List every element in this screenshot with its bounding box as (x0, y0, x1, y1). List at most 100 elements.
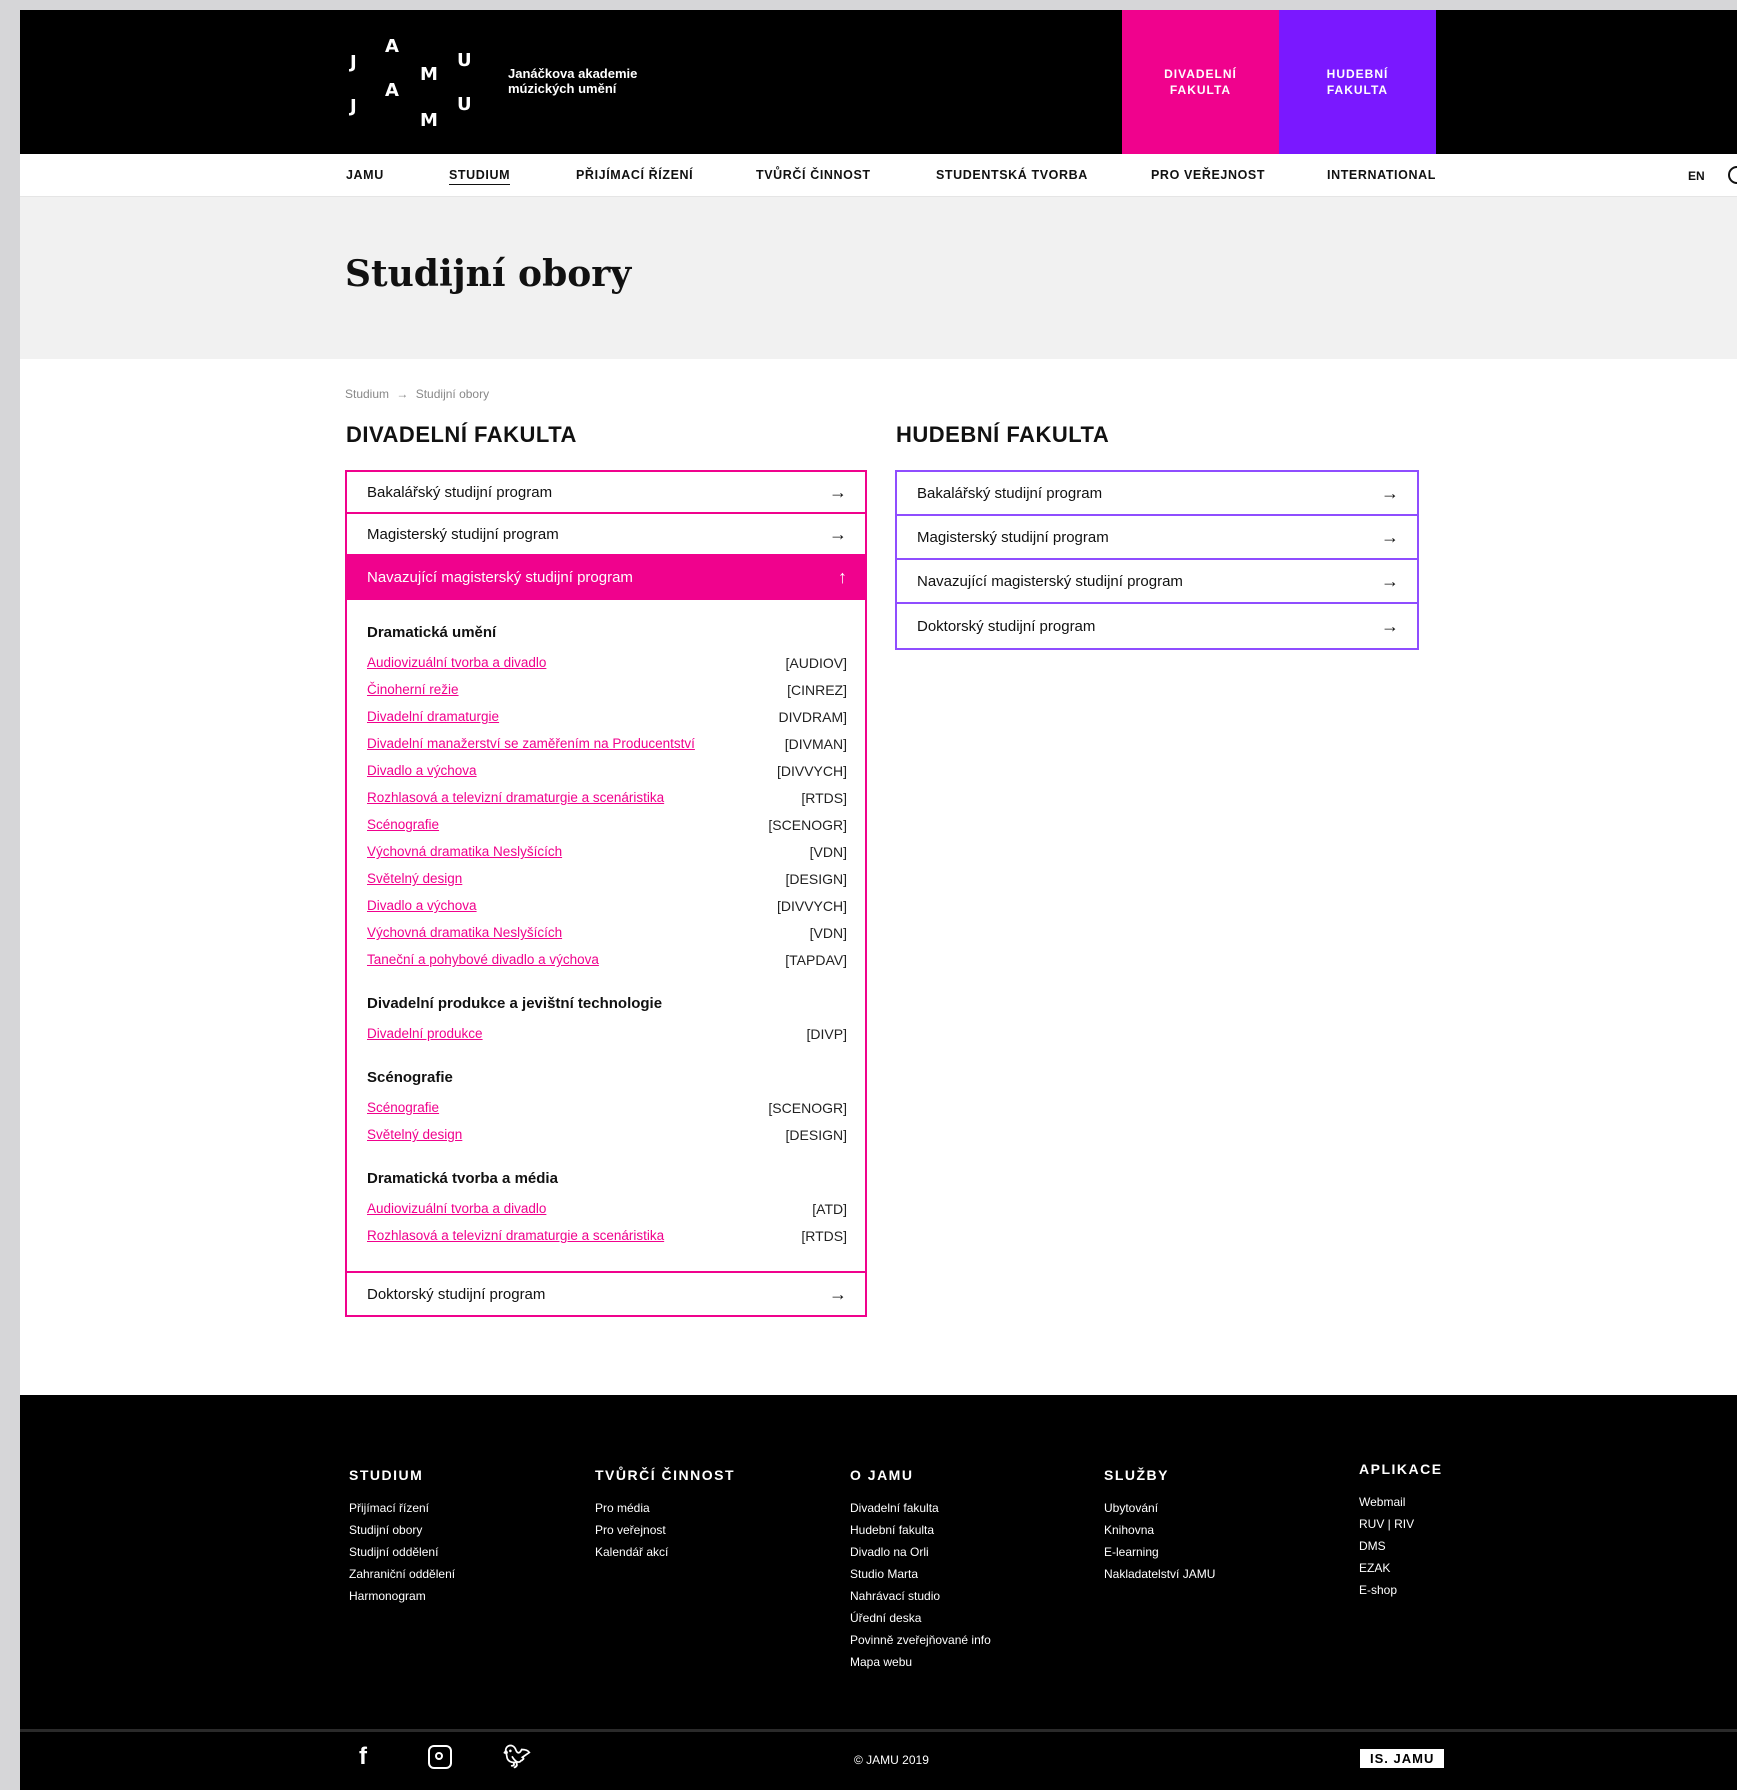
footer-link[interactable]: Úřední deska (850, 1607, 991, 1629)
program-link[interactable]: Světelný design (367, 1127, 462, 1142)
program-link[interactable]: Rozhlasová a televizní dramaturgie a sce… (367, 790, 664, 805)
footer-column: O JAMU Divadelní fakulta Hudební fakulta Di… (850, 1467, 991, 1673)
program-link[interactable]: Divadlo a výchova (367, 763, 477, 778)
program-link[interactable]: Scénografie (367, 1100, 439, 1115)
breadcrumb: Studium → Studijní obory (345, 387, 493, 401)
program-link[interactable]: Činoherní režie (367, 682, 459, 697)
footer-column-title: APLIKACE (1359, 1461, 1443, 1477)
nav-item-jamu[interactable]: JAMU (346, 168, 384, 182)
program-code: DIVDRAM] (778, 708, 847, 725)
tab-hudebni-fakulta[interactable]: HUDEBNÍ FAKULTA (1279, 10, 1436, 154)
accordion-row-doktorsky[interactable]: Doktorský studijní program → (897, 604, 1417, 648)
accordion-row-magistersky[interactable]: Magisterský studijní program → (347, 514, 865, 556)
footer-link[interactable]: Harmonogram (349, 1585, 455, 1607)
footer-link[interactable]: Knihovna (1104, 1519, 1215, 1541)
footer-link[interactable]: Pro média (595, 1497, 735, 1519)
language-switch[interactable]: EN (1688, 169, 1705, 183)
breadcrumb-separator: → (396, 387, 409, 401)
footer-link[interactable]: Divadelní fakulta (850, 1497, 991, 1519)
logo-letter: J (350, 96, 357, 117)
footer-link[interactable]: Mapa webu (850, 1651, 991, 1673)
program-row: Divadelní manažerství se zaměřením na Pr… (367, 730, 847, 757)
tab-label: DIVADELNÍ FAKULTA (1164, 67, 1237, 97)
nav-item-pro-verejnost[interactable]: PRO VEŘEJNOST (1151, 168, 1265, 182)
footer-link[interactable]: Studijní oddělení (349, 1541, 455, 1563)
program-link[interactable]: Rozhlasová a televizní dramaturgie a sce… (367, 1228, 664, 1243)
accordion-row-bakalarsky[interactable]: Bakalářský studijní program → (347, 472, 865, 514)
facebook-icon[interactable]: f (348, 1743, 378, 1771)
footer-link[interactable]: Pro veřejnost (595, 1519, 735, 1541)
logo-letter: U (457, 50, 472, 71)
footer-link[interactable]: Ubytování (1104, 1497, 1215, 1519)
nav-item-international[interactable]: INTERNATIONAL (1327, 168, 1436, 182)
program-link[interactable]: Výchovná dramatika Neslyšících (367, 844, 562, 859)
program-row: Činoherní režie [CINREZ] (367, 676, 847, 703)
program-group: Dramatická umění Audiovizuální tvorba a d… (367, 624, 847, 973)
footer-link[interactable]: Kalendář akcí (595, 1541, 735, 1563)
program-code: [DESIGN] (785, 1126, 847, 1143)
search-icon[interactable] (1728, 166, 1737, 184)
footer-column-title: STUDIUM (349, 1467, 424, 1483)
logo-subtitle: Janáčkova akademie múzických umění (508, 66, 638, 96)
breadcrumb-link[interactable]: Studium (345, 387, 389, 401)
program-link[interactable]: Divadelní dramaturgie (367, 709, 499, 724)
accordion-row-navazujici[interactable]: Navazující magisterský studijní program … (347, 556, 865, 600)
accordion-row-label: Magisterský studijní program (917, 528, 1109, 546)
tab-divadelni-fakulta[interactable]: DIVADELNÍ FAKULTA (1122, 10, 1279, 154)
footer-link[interactable]: RUV | RIV (1359, 1513, 1443, 1535)
nav-item-studium[interactable]: STUDIUM (449, 168, 511, 185)
footer-column-title: SLUŽBY (1104, 1467, 1169, 1483)
is-jamu-button[interactable]: IS. JAMU (1360, 1749, 1445, 1768)
footer-link[interactable]: Přijímací řízení (349, 1497, 455, 1519)
program-link[interactable]: Taneční a pohybové divadlo a výchova (367, 952, 599, 967)
logo-letter: A (385, 36, 399, 57)
program-link[interactable]: Divadelní produkce (367, 1026, 483, 1041)
hudebni-title: HUDEBNÍ FAKULTA (896, 422, 1110, 447)
footer-link[interactable]: EZAK (1359, 1557, 1443, 1579)
footer-link[interactable]: Studijní obory (349, 1519, 455, 1541)
accordion-row-doktorsky[interactable]: Doktorský studijní program → (347, 1273, 865, 1315)
footer-link[interactable]: Nahrávací studio (850, 1585, 991, 1607)
footer-link[interactable]: Hudební fakulta (850, 1519, 991, 1541)
instagram-icon[interactable] (428, 1745, 452, 1769)
accordion-row-bakalarsky[interactable]: Bakalářský studijní program → (897, 472, 1417, 516)
program-link[interactable]: Divadelní manažerství se zaměřením na Pr… (367, 736, 695, 751)
program-row: Světelný design [DESIGN] (367, 1121, 847, 1148)
program-group: Dramatická tvorba a média Audiovizuální t… (367, 1170, 847, 1249)
footer-link[interactable]: Povinně zveřejňované info (850, 1629, 991, 1651)
accordion-row-label: Navazující magisterský studijní program (367, 568, 633, 586)
footer-link[interactable]: E-shop (1359, 1579, 1443, 1601)
footer-column: TVŮRČÍ ČINNOST Pro média Pro veřejnost Kale… (595, 1467, 735, 1563)
accordion-row-magistersky[interactable]: Magisterský studijní program → (897, 516, 1417, 560)
nav-item-prijimaci-rizeni[interactable]: PŘIJÍMACÍ ŘÍZENÍ (576, 168, 693, 182)
program-link[interactable]: Scénografie (367, 817, 439, 832)
program-row: Divadelní produkce [DIVP] (367, 1020, 847, 1047)
footer-link[interactable]: DMS (1359, 1535, 1443, 1557)
program-code: [AUDIOV] (785, 654, 847, 671)
program-row: Scénografie [SCENOGR] (367, 1094, 847, 1121)
footer-link[interactable]: Studio Marta (850, 1563, 991, 1585)
footer-link[interactable]: E-learning (1104, 1541, 1215, 1563)
program-row: Rozhlasová a televizní dramaturgie a sce… (367, 1222, 847, 1249)
footer-divider (20, 1729, 1737, 1732)
program-code: [RTDS] (801, 789, 847, 806)
footer-link[interactable]: Divadlo na Orli (850, 1541, 991, 1563)
program-code: [DIVMAN] (784, 735, 847, 752)
footer-link[interactable]: Webmail (1359, 1491, 1443, 1513)
twitter-icon[interactable]: 🐦︎ (502, 1744, 532, 1770)
arrow-right-icon: → (1381, 482, 1399, 503)
accordion-row-navazujici[interactable]: Navazující magisterský studijní program … (897, 560, 1417, 604)
footer-link[interactable]: Nakladatelství JAMU (1104, 1563, 1215, 1585)
nav-item-studentska-tvorba[interactable]: STUDENTSKÁ TVORBA (936, 168, 1088, 182)
program-link[interactable]: Divadlo a výchova (367, 898, 477, 913)
nav-item-tvurci-cinnost[interactable]: TVŮRČÍ ČINNOST (756, 168, 871, 182)
accordion-row-label: Bakalářský studijní program (917, 484, 1103, 502)
program-link[interactable]: Světelný design (367, 871, 462, 886)
program-link[interactable]: Audiovizuální tvorba a divadlo (367, 655, 546, 670)
footer-link[interactable]: Zahraniční oddělení (349, 1563, 455, 1585)
program-link[interactable]: Audiovizuální tvorba a divadlo (367, 1201, 546, 1216)
program-row: Audiovizuální tvorba a divadlo [ATD] (367, 1195, 847, 1222)
program-link[interactable]: Výchovná dramatika Neslyšících (367, 925, 562, 940)
program-row: Audiovizuální tvorba a divadlo [AUDIOV] (367, 649, 847, 676)
header: J A M U J A M U Janáčkova akademie múzic… (20, 10, 1737, 154)
